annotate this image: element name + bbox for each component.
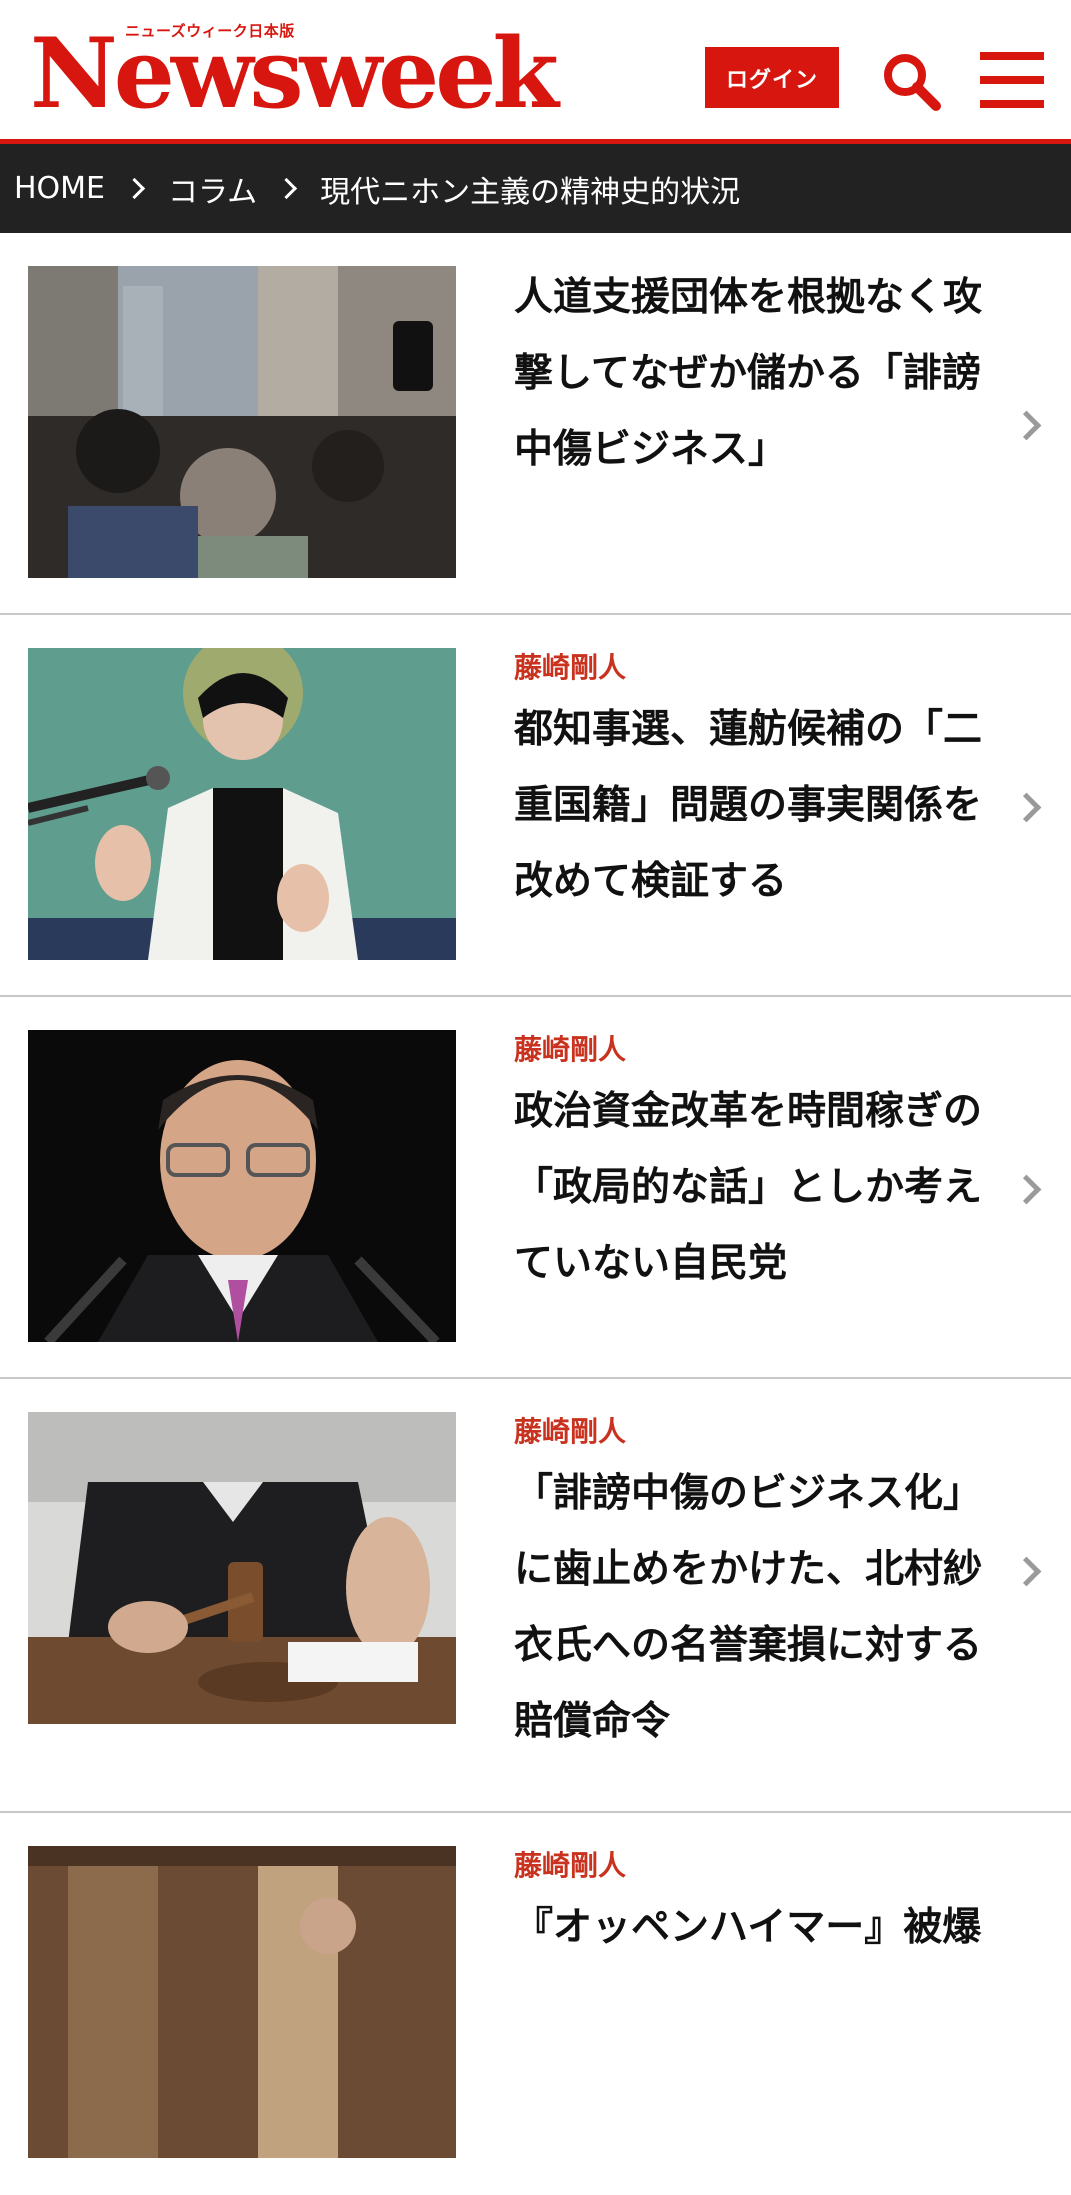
article-title[interactable]: 『オッペンハイマー』被爆: [514, 1890, 1014, 1966]
article-item[interactable]: 藤崎剛人 「誹謗中傷のビジネス化」に歯止めをかけた、北村紗衣氏への名誉棄損に対す…: [0, 1379, 1071, 1813]
article-item[interactable]: 藤崎剛人 政治資金改革を時間稼ぎの「政局的な話」としか考えていない自民党: [0, 997, 1071, 1379]
article-item[interactable]: 藤崎剛人 都知事選、蓮舫候補の「二重国籍」問題の事実関係を改めて検証する: [0, 615, 1071, 997]
newsweek-logo[interactable]: ニューズウィーク日本版 Newsweek: [30, 18, 559, 122]
article-title[interactable]: 都知事選、蓮舫候補の「二重国籍」問題の事実関係を改めて検証する: [514, 692, 1014, 920]
article-title[interactable]: 「誹謗中傷のビジネス化」に歯止めをかけた、北村紗衣氏への名誉棄損に対する賠償命令: [514, 1456, 1014, 1760]
site-header: ニューズウィーク日本版 Newsweek ログイン: [0, 0, 1071, 144]
article-author[interactable]: 藤崎剛人: [514, 1030, 1014, 1070]
search-icon[interactable]: [880, 50, 942, 112]
chevron-right-icon: [1011, 410, 1042, 441]
article-thumbnail-judge-gavel: [28, 1412, 456, 1724]
article-thumbnail-politician: [28, 1030, 456, 1342]
article-author[interactable]: 藤崎剛人: [514, 1412, 1014, 1452]
article-item[interactable]: 藤崎剛人 『オッペンハイマー』被爆: [0, 1813, 1071, 2195]
hamburger-menu-icon[interactable]: [980, 52, 1044, 108]
chevron-right-icon: [123, 177, 146, 200]
breadcrumb-current: 現代ニホン主義の精神史的状況: [320, 174, 741, 210]
article-author[interactable]: 藤崎剛人: [514, 648, 1014, 688]
login-button[interactable]: ログイン: [705, 47, 839, 108]
breadcrumb-home[interactable]: HOME: [14, 171, 105, 206]
article-author[interactable]: 藤崎剛人: [514, 1846, 1014, 1886]
article-thumbnail-press-conference: [28, 648, 456, 960]
chevron-right-icon: [1011, 1556, 1042, 1587]
article-title[interactable]: 人道支援団体を根拠なく攻撃してなぜか儲かる「誹謗中傷ビジネス」: [514, 260, 1014, 488]
breadcrumb-column[interactable]: コラム: [168, 167, 257, 211]
logo-subtitle: ニューズウィーク日本版: [125, 22, 295, 40]
article-title[interactable]: 政治資金改革を時間稼ぎの「政局的な話」としか考えていない自民党: [514, 1074, 1014, 1302]
chevron-right-icon: [276, 177, 298, 200]
article-list: 人道支援団体を根拠なく攻撃してなぜか儲かる「誹謗中傷ビジネス」 藤崎剛人 都知事…: [0, 233, 1071, 2195]
article-thumbnail-partial: [28, 1846, 456, 2158]
article-item[interactable]: 人道支援団体を根拠なく攻撃してなぜか儲かる「誹謗中傷ビジネス」: [0, 233, 1071, 615]
chevron-right-icon: [1011, 792, 1042, 823]
article-thumbnail-crowd: [28, 266, 456, 578]
breadcrumb: HOME コラム 現代ニホン主義の精神史的状況: [0, 144, 1071, 233]
chevron-right-icon: [1011, 1174, 1042, 1205]
